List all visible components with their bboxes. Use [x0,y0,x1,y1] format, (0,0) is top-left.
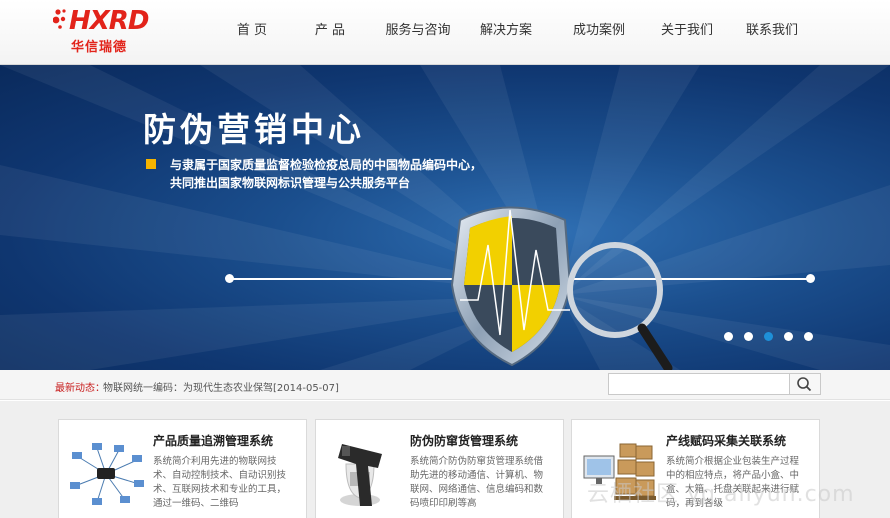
nav-item[interactable]: 解决方案 [462,0,550,62]
banner-title: 防伪营销中心 [143,110,365,149]
slide-dot[interactable] [804,332,813,341]
watermark: 云栖社区 yq.aliyun.com [587,482,855,507]
product-card-anticounterfeit[interactable]: 防伪防窜货管理系统 系统简介防伪防窜货管理系统借助先进的移动通信、计算机、物联网… [315,419,564,518]
banner-line-start-dot [225,274,234,283]
main-nav: 首 页产 品服务与咨询 解决方案 成功案例 关于我们 联系我们 [218,0,818,62]
product-title[interactable]: 防伪防窜货管理系统 [410,432,518,449]
nav-item[interactable]: 成功案例 [550,0,648,62]
logo-dots-icon [53,9,66,29]
nav-item[interactable]: 首 页 [218,0,286,62]
slide-dot[interactable] [724,332,733,341]
slide-dot[interactable] [764,332,773,341]
hero-banner[interactable]: 防伪营销中心 与隶属于国家质量监督检验检疫总局的中国物品编码中心， 共同推出国家… [0,65,890,370]
product-card-traceability[interactable]: 产品质量追溯管理系统 系统简介利用先进的物联网技术、自动控制技术、自动识别技术、… [58,419,307,518]
page: HXRD 华信瑞德 首 页产 品服务与咨询 解决方案 成功案例 关于我们 联系我们 防伪… [0,0,890,518]
search-input[interactable] [608,373,790,395]
logo-text: 华信瑞德 [71,40,128,55]
banner-bullet [146,159,156,169]
product-title[interactable]: 产品质量追溯管理系统 [153,432,273,449]
shield-magnifier-icon [450,206,673,370]
product-desc: 系统简介利用先进的物联网技术、自动控制技术、自动识别技术、互联网技术和专业的工具… [153,456,287,509]
nav-item[interactable]: 关于我们 [648,0,726,62]
product-desc: 系统简介防伪防窜货管理系统借助先进的移动通信、计算机、物联网、网络通信、信息编码… [410,456,544,509]
logo[interactable]: HXRD 华信瑞德 [53,6,165,55]
search-button[interactable] [789,373,821,395]
news-label: 最新动态： [55,383,105,394]
nav-item[interactable]: 产 品 [286,0,374,62]
nav-item[interactable]: 联系我们 [726,0,818,62]
search-icon [797,377,812,392]
banner-subtitle-line1: 与隶属于国家质量监督检验检疫总局的中国物品编码中心， [170,158,483,172]
network-diagram-icon [70,443,144,505]
logo-mark: HXRD [69,6,149,36]
slide-dot[interactable] [784,332,793,341]
banner-subtitle-line2: 共同推出国家物联网标识管理与公共服务平台 [170,176,411,190]
slide-dots [724,332,813,341]
nav-item[interactable]: 服务与咨询 [374,0,462,62]
news-bar: 最新动态： 物联网统一编码：为现代生态农业保驾[2014-05-07] [0,370,890,400]
product-title[interactable]: 产线赋码采集关联系统 [666,432,786,449]
slide-dot[interactable] [744,332,753,341]
barcode-scanner-icon [338,444,382,506]
news-link[interactable]: 物联网统一编码：为现代生态农业保驾[2014-05-07] [103,379,339,394]
site-header: HXRD 华信瑞德 首 页产 品服务与咨询 解决方案 成功案例 关于我们 联系我们 [0,0,890,65]
banner-line-end-dot [806,274,815,283]
